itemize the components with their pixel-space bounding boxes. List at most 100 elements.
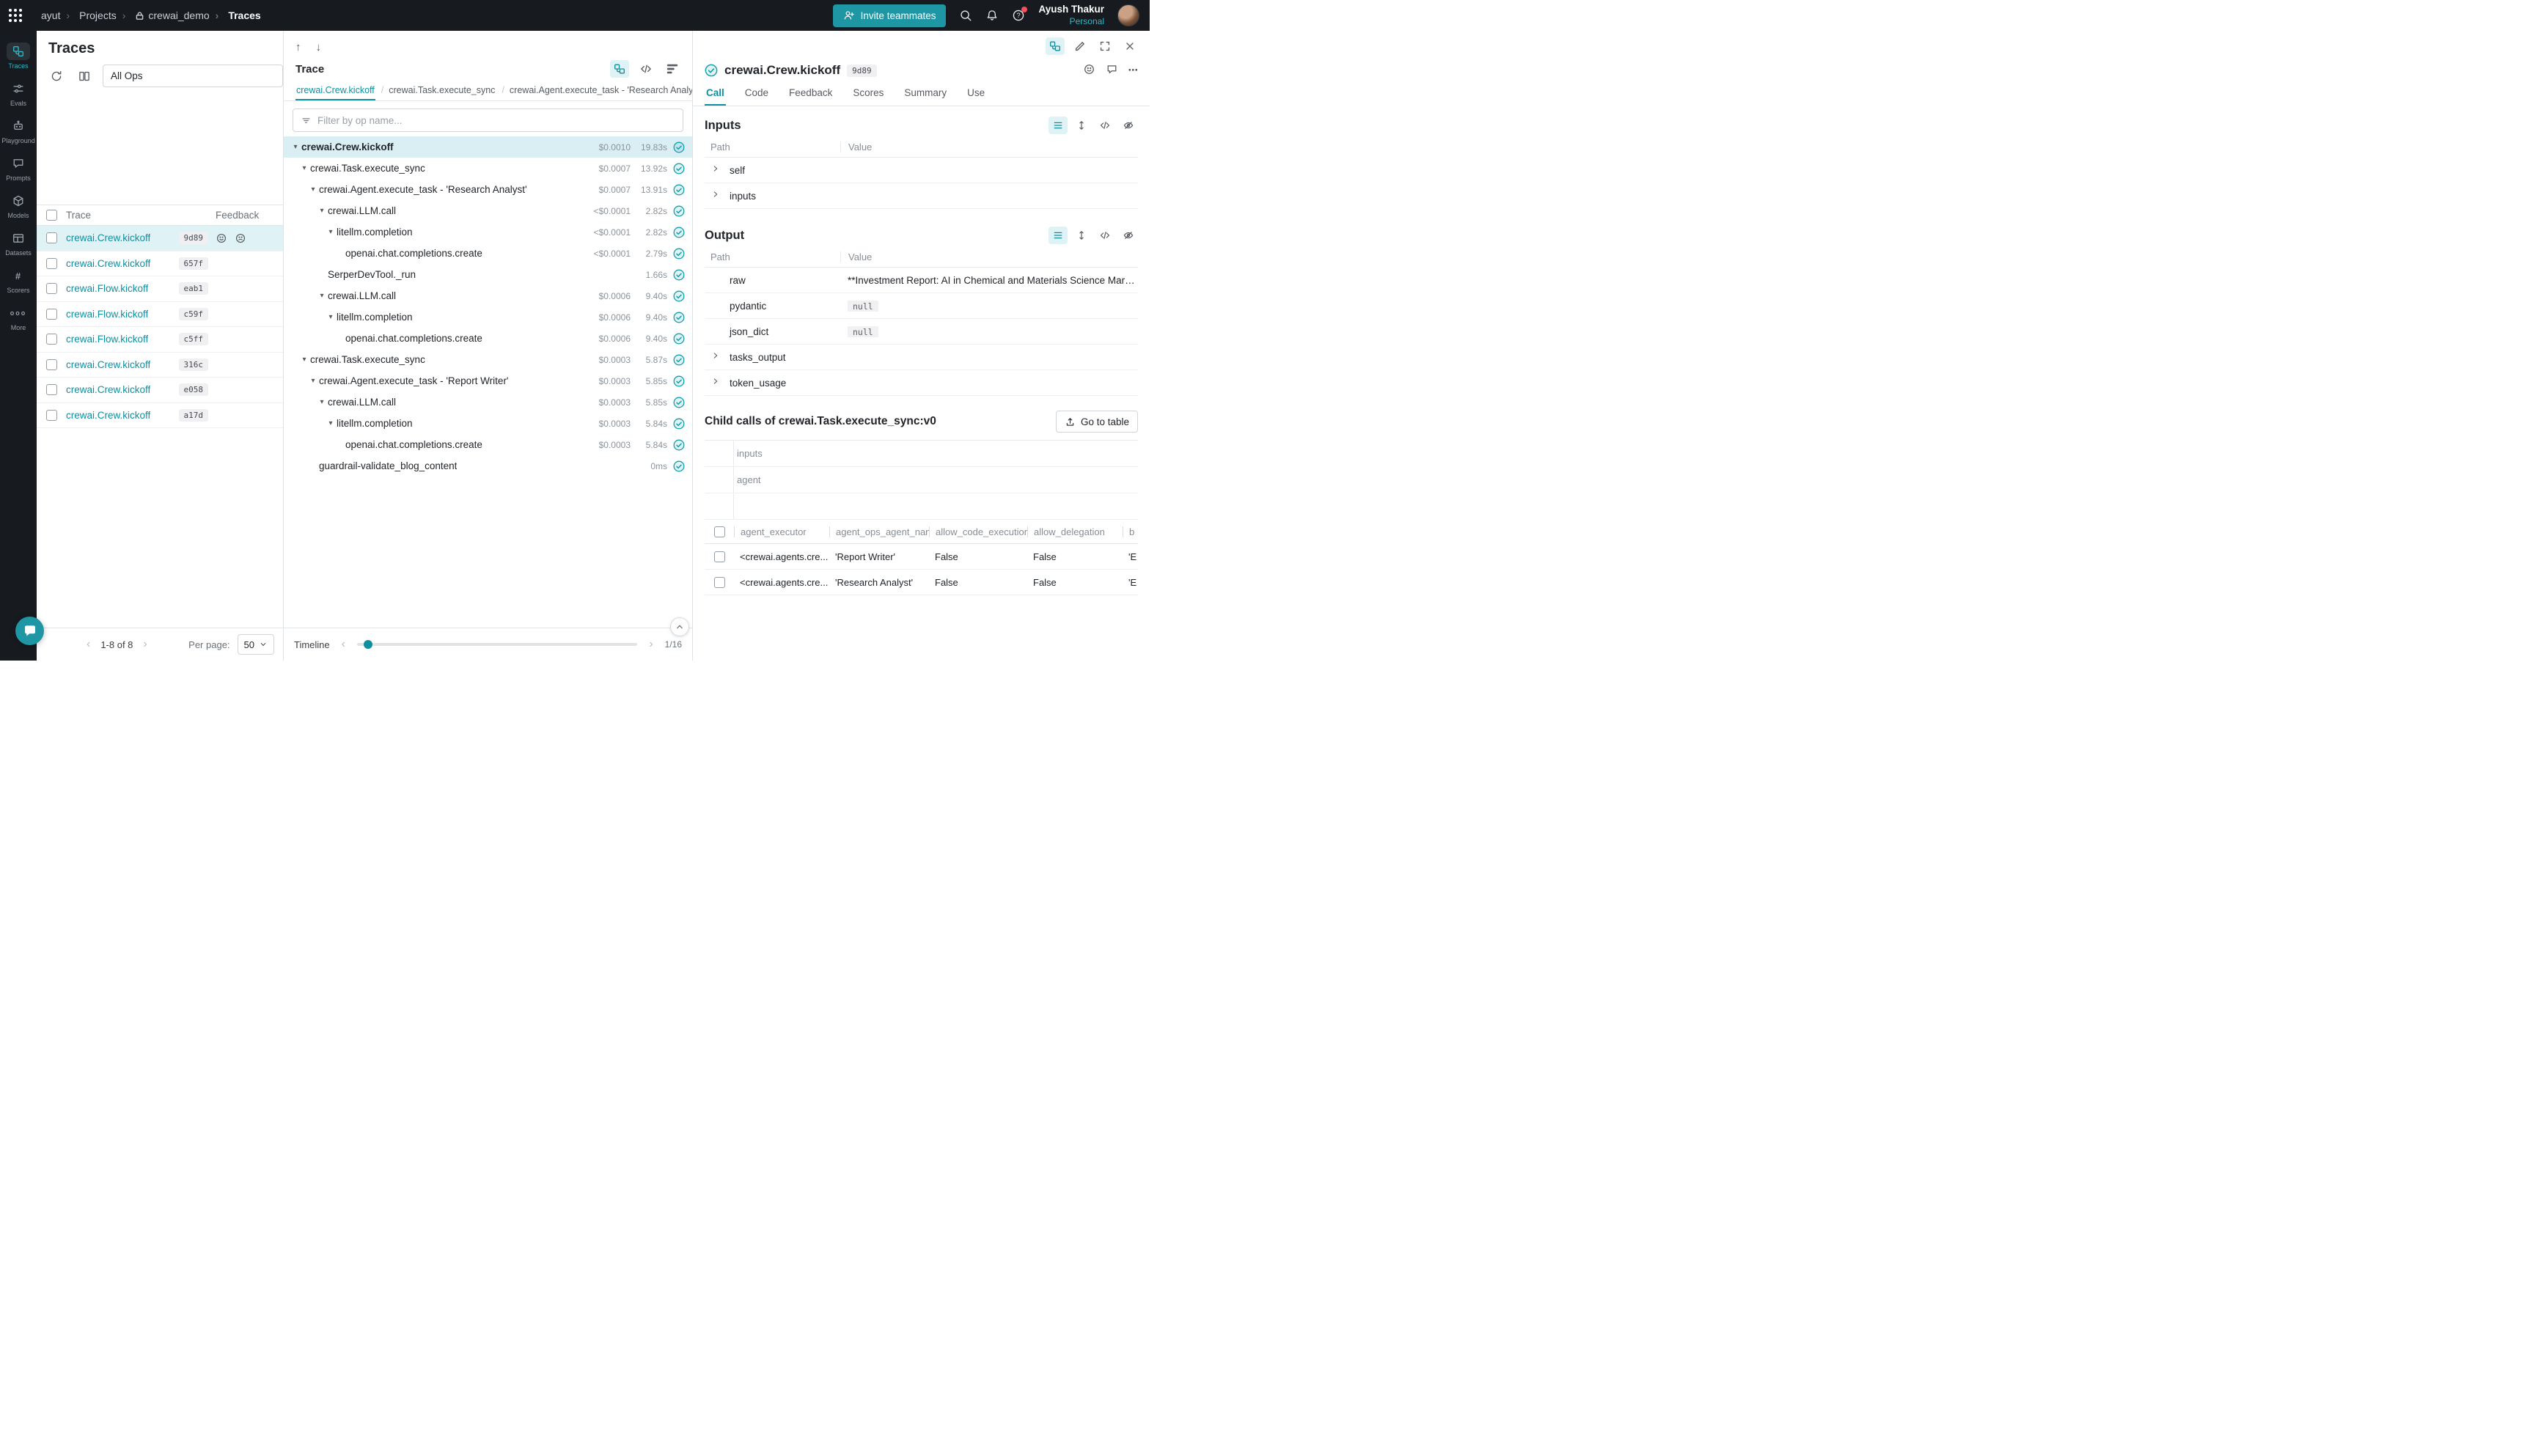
ops-filter-select[interactable]: All Ops bbox=[103, 65, 283, 87]
crumb-agent-execute[interactable]: crewai.Agent.execute_task - 'Research An… bbox=[501, 81, 692, 100]
input-row-inputs[interactable]: inputs bbox=[705, 183, 1138, 209]
avatar[interactable] bbox=[1117, 4, 1139, 26]
wandb-logo-icon[interactable] bbox=[9, 9, 22, 22]
breadcrumb-project[interactable]: crewai_demo bbox=[122, 10, 210, 21]
child-call-row[interactable]: <crewai.agents.cre... 'Research Analyst'… bbox=[705, 570, 1138, 595]
trace-row[interactable]: crewai.Crew.kickoff 316c bbox=[37, 353, 283, 378]
thumbs-up-smiley-icon[interactable] bbox=[216, 232, 227, 244]
rail-item-models[interactable]: Models bbox=[1, 189, 36, 222]
row-checkbox[interactable] bbox=[46, 258, 57, 269]
go-to-table-button[interactable]: Go to table bbox=[1056, 411, 1138, 433]
row-checkbox[interactable] bbox=[714, 551, 725, 562]
crumb-task-execute[interactable]: crewai.Task.execute_sync bbox=[381, 81, 496, 100]
timeline-slider-thumb[interactable] bbox=[364, 640, 372, 649]
prev-call-arrow-icon[interactable]: ↑ bbox=[295, 41, 301, 54]
help-icon[interactable] bbox=[1012, 9, 1025, 22]
prev-page-icon[interactable]: ‹ bbox=[84, 638, 93, 651]
output-row-raw[interactable]: raw **Investment Report: AI in Chemical … bbox=[705, 268, 1138, 293]
tree-view-icon[interactable] bbox=[610, 60, 629, 78]
trace-row[interactable]: crewai.Flow.kickoff c5ff bbox=[37, 327, 283, 353]
tree-node[interactable]: ▾ litellm.completion $0.0003 5.84s bbox=[284, 413, 692, 434]
chevron-down-icon[interactable]: ▾ bbox=[307, 185, 319, 194]
row-checkbox[interactable] bbox=[46, 410, 57, 421]
output-row-json-dict[interactable]: json_dict null bbox=[705, 319, 1138, 345]
search-icon[interactable] bbox=[959, 9, 972, 22]
input-row-self[interactable]: self bbox=[705, 158, 1138, 183]
tab-call[interactable]: Call bbox=[705, 81, 726, 106]
edit-pencil-icon[interactable] bbox=[1070, 37, 1090, 55]
flame-view-icon[interactable] bbox=[663, 60, 682, 78]
code-view-icon[interactable] bbox=[636, 60, 655, 78]
tree-node[interactable]: ▾ crewai.LLM.call $0.0006 9.40s bbox=[284, 285, 692, 306]
timeline-prev-icon[interactable]: ‹ bbox=[339, 638, 348, 651]
tree-node[interactable]: openai.chat.completions.create <$0.0001 … bbox=[284, 243, 692, 264]
rail-item-datasets[interactable]: Datasets bbox=[1, 227, 36, 260]
rail-item-more[interactable]: ooo More bbox=[1, 301, 36, 334]
chevron-down-icon[interactable]: ▾ bbox=[298, 164, 310, 172]
chevron-down-icon[interactable]: ▾ bbox=[325, 313, 337, 321]
tree-node[interactable]: ▾ litellm.completion $0.0006 9.40s bbox=[284, 306, 692, 328]
chevron-down-icon[interactable]: ▾ bbox=[316, 207, 328, 215]
trace-row[interactable]: crewai.Crew.kickoff e058 bbox=[37, 378, 283, 403]
rail-item-scorers[interactable]: # Scorers bbox=[1, 264, 36, 297]
breadcrumb-projects[interactable]: Projects bbox=[66, 10, 116, 21]
trace-row[interactable]: crewai.Flow.kickoff c59f bbox=[37, 302, 283, 328]
chevron-down-icon[interactable]: ▾ bbox=[325, 419, 337, 427]
timeline-next-icon[interactable]: › bbox=[646, 638, 655, 651]
chevron-right-icon[interactable] bbox=[710, 163, 724, 177]
chevron-right-icon[interactable] bbox=[710, 350, 724, 364]
child-call-row[interactable]: <crewai.agents.cre... 'Report Writer' Fa… bbox=[705, 544, 1138, 570]
chevron-right-icon[interactable] bbox=[710, 376, 724, 389]
code-view-icon[interactable] bbox=[1095, 117, 1114, 134]
rail-item-evals[interactable]: Evals bbox=[1, 77, 36, 110]
tab-code[interactable]: Code bbox=[743, 81, 770, 106]
tree-node[interactable]: openai.chat.completions.create $0.0003 5… bbox=[284, 434, 692, 455]
output-row-token-usage[interactable]: token_usage bbox=[705, 370, 1138, 396]
thumbs-down-frown-icon[interactable] bbox=[235, 232, 246, 244]
output-row-pydantic[interactable]: pydantic null bbox=[705, 293, 1138, 319]
hide-values-eye-icon[interactable] bbox=[1119, 117, 1138, 134]
overflow-menu-icon[interactable]: ⋯ bbox=[1128, 65, 1139, 76]
tree-node[interactable]: SerperDevTool._run 1.66s bbox=[284, 264, 692, 285]
close-icon[interactable] bbox=[1120, 37, 1139, 55]
user-block[interactable]: Ayush Thakur Personal bbox=[1038, 4, 1104, 27]
row-checkbox[interactable] bbox=[46, 384, 57, 395]
tab-scores[interactable]: Scores bbox=[851, 81, 885, 106]
op-name-filter[interactable] bbox=[293, 109, 683, 132]
chevron-down-icon[interactable]: ▾ bbox=[298, 356, 310, 364]
tree-node[interactable]: ▾ crewai.Task.execute_sync $0.0007 13.92… bbox=[284, 158, 692, 179]
chevron-down-icon[interactable]: ▾ bbox=[325, 228, 337, 236]
rail-item-prompts[interactable]: Prompts bbox=[1, 152, 36, 185]
trace-row[interactable]: crewai.Flow.kickoff eab1 bbox=[37, 276, 283, 302]
select-all-checkbox[interactable] bbox=[46, 210, 57, 221]
list-view-icon[interactable] bbox=[1049, 117, 1068, 134]
chevron-right-icon[interactable] bbox=[710, 189, 724, 202]
hide-values-eye-icon[interactable] bbox=[1119, 227, 1138, 244]
timeline-slider[interactable] bbox=[357, 643, 637, 646]
columns-settings-icon[interactable] bbox=[75, 67, 94, 85]
rail-item-traces[interactable]: Traces bbox=[1, 40, 36, 73]
notifications-bell-icon[interactable] bbox=[985, 9, 999, 22]
output-row-tasks-output[interactable]: tasks_output bbox=[705, 345, 1138, 370]
tree-node[interactable]: ▾ litellm.completion <$0.0001 2.82s bbox=[284, 221, 692, 243]
row-checkbox[interactable] bbox=[46, 359, 57, 370]
code-view-icon[interactable] bbox=[1095, 227, 1114, 244]
trace-row[interactable]: crewai.Crew.kickoff a17d bbox=[37, 403, 283, 429]
expand-rows-icon[interactable] bbox=[1072, 117, 1091, 134]
chevron-down-icon[interactable]: ▾ bbox=[290, 143, 301, 151]
chat-launcher-button[interactable] bbox=[15, 617, 44, 645]
op-filter-input[interactable] bbox=[317, 115, 675, 126]
tab-summary[interactable]: Summary bbox=[903, 81, 948, 106]
comment-icon[interactable] bbox=[1106, 63, 1118, 78]
tree-node[interactable]: ▾ crewai.Task.execute_sync $0.0003 5.87s bbox=[284, 349, 692, 370]
row-checkbox[interactable] bbox=[46, 309, 57, 320]
row-checkbox[interactable] bbox=[46, 334, 57, 345]
next-call-arrow-icon[interactable]: ↓ bbox=[316, 41, 322, 54]
row-checkbox[interactable] bbox=[714, 577, 725, 588]
tab-feedback[interactable]: Feedback bbox=[787, 81, 834, 106]
fullscreen-icon[interactable] bbox=[1095, 37, 1114, 55]
invite-teammates-button[interactable]: Invite teammates bbox=[833, 4, 947, 27]
select-all-checkbox[interactable] bbox=[714, 526, 725, 537]
row-checkbox[interactable] bbox=[46, 283, 57, 294]
row-checkbox[interactable] bbox=[46, 232, 57, 243]
